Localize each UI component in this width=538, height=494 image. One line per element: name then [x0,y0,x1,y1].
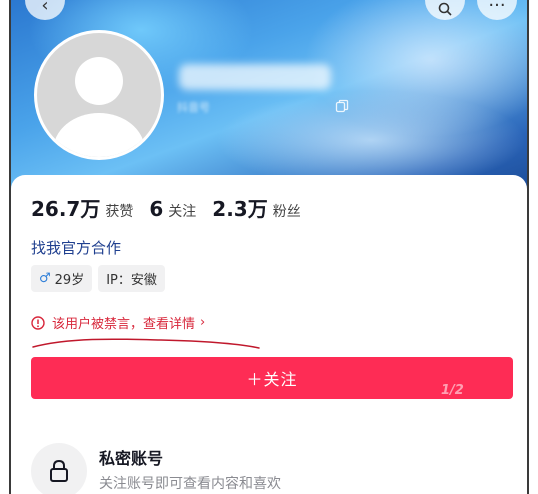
ban-notice-text: 该用户被禁言，查看详情 [52,317,196,332]
user-id-blurred: 抖音号 [177,101,210,114]
watermark: 1/2 [441,383,464,398]
back-icon: ‹ [41,0,49,16]
back-button[interactable]: ‹ [25,0,65,20]
followers-count[interactable]: 2.3万 [212,193,267,222]
following-label[interactable]: 关注 [168,201,196,221]
lock-icon [50,459,68,482]
hand-drawn-underline [32,338,260,349]
avatar[interactable] [34,30,164,160]
username-blurred [179,64,331,90]
private-account-description: 关注账号即可查看内容和喜欢 [99,476,281,492]
more-icon: ··· [488,0,506,16]
profile-tags: ♂ 29岁 IP：安徽 [31,265,165,292]
following-count[interactable]: 6 [149,197,163,221]
ip-location-tag: IP：安徽 [98,265,165,292]
chevron-right-icon: › [200,315,206,330]
search-button[interactable] [425,0,465,20]
ip-text: IP：安徽 [106,273,157,288]
profile-banner: ‹ ··· 抖音号 [11,0,527,190]
age-text: 29岁 [54,273,85,288]
private-account-title: 私密账号 [99,449,164,468]
likes-count[interactable]: 26.7万 [31,193,100,222]
lock-icon-container [31,443,87,494]
default-avatar-icon [53,57,145,157]
search-icon [438,2,452,16]
profile-card: 26.7万 获赞 6 关注 2.3万 粉丝 找我官方合作 ♂ 29岁 IP：安徽… [11,175,527,494]
ban-notice[interactable]: 该用户被禁言，查看详情 › [31,313,205,332]
followers-label[interactable]: 粉丝 [273,201,301,221]
stats-row: 26.7万 获赞 6 关注 2.3万 粉丝 [31,193,317,222]
warning-icon [31,315,45,330]
male-icon: ♂ [39,271,51,286]
official-cooperation-link[interactable]: 找我官方合作 [31,237,121,258]
likes-label[interactable]: 获赞 [105,201,133,221]
gender-age-tag: ♂ 29岁 [31,265,93,292]
profile-screen: ‹ ··· 抖音号 26.7万 获赞 6 关注 2.3万 粉丝 找我官方合作 ♂… [9,0,529,494]
copy-icon[interactable] [335,99,349,113]
more-button[interactable]: ··· [477,0,517,20]
